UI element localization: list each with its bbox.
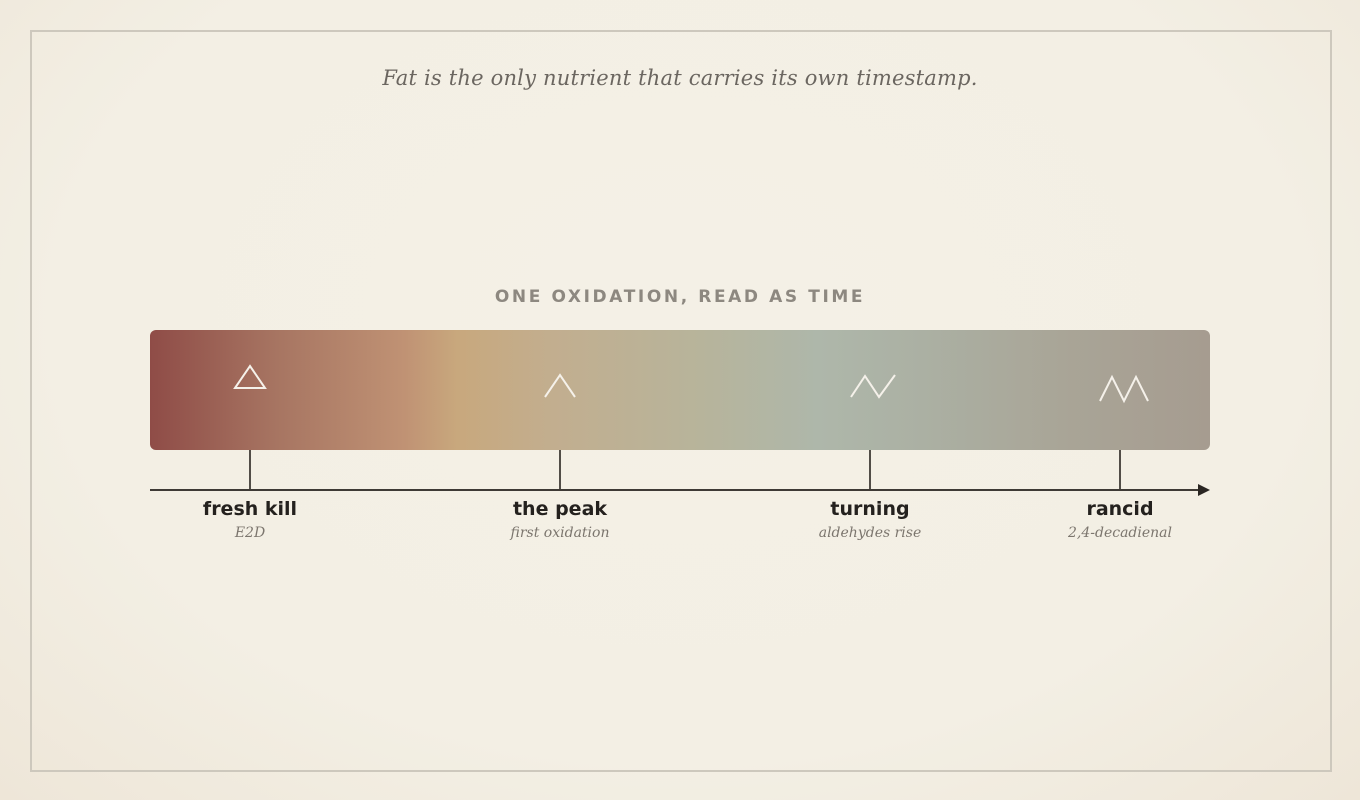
stage-label: rancid — [1086, 498, 1154, 520]
stage-tick-fresh-kill — [249, 450, 251, 490]
time-axis-arrow-icon — [1198, 484, 1210, 496]
stage-label: the peak — [512, 498, 608, 520]
stage-tick-rancid — [1119, 450, 1121, 490]
stage-sublabel: aldehydes rise — [818, 525, 922, 541]
stage-turning: turning aldehydes rise — [750, 498, 990, 541]
peak-and-rise-glyph — [850, 374, 896, 399]
stage-rancid: rancid 2,4-decadienal — [1000, 498, 1240, 541]
triangle-glyph — [233, 364, 267, 389]
stage-sublabel: first oxidation — [510, 525, 610, 541]
stage-tick-turning — [869, 450, 871, 490]
stage-sublabel: 2,4-decadienal — [1068, 525, 1172, 541]
double-peak-glyph — [1099, 374, 1149, 404]
stage-label: turning — [830, 498, 910, 520]
stage-fresh-kill: fresh kill E2D — [130, 498, 370, 541]
time-axis — [150, 489, 1200, 491]
stage-glyphs — [233, 364, 1149, 404]
stage-tick-the-peak — [559, 450, 561, 490]
stage-sublabel: E2D — [234, 525, 266, 541]
single-peak-glyph — [544, 373, 576, 398]
stage-the-peak: the peak first oxidation — [440, 498, 680, 541]
stage-label: fresh kill — [202, 498, 298, 520]
